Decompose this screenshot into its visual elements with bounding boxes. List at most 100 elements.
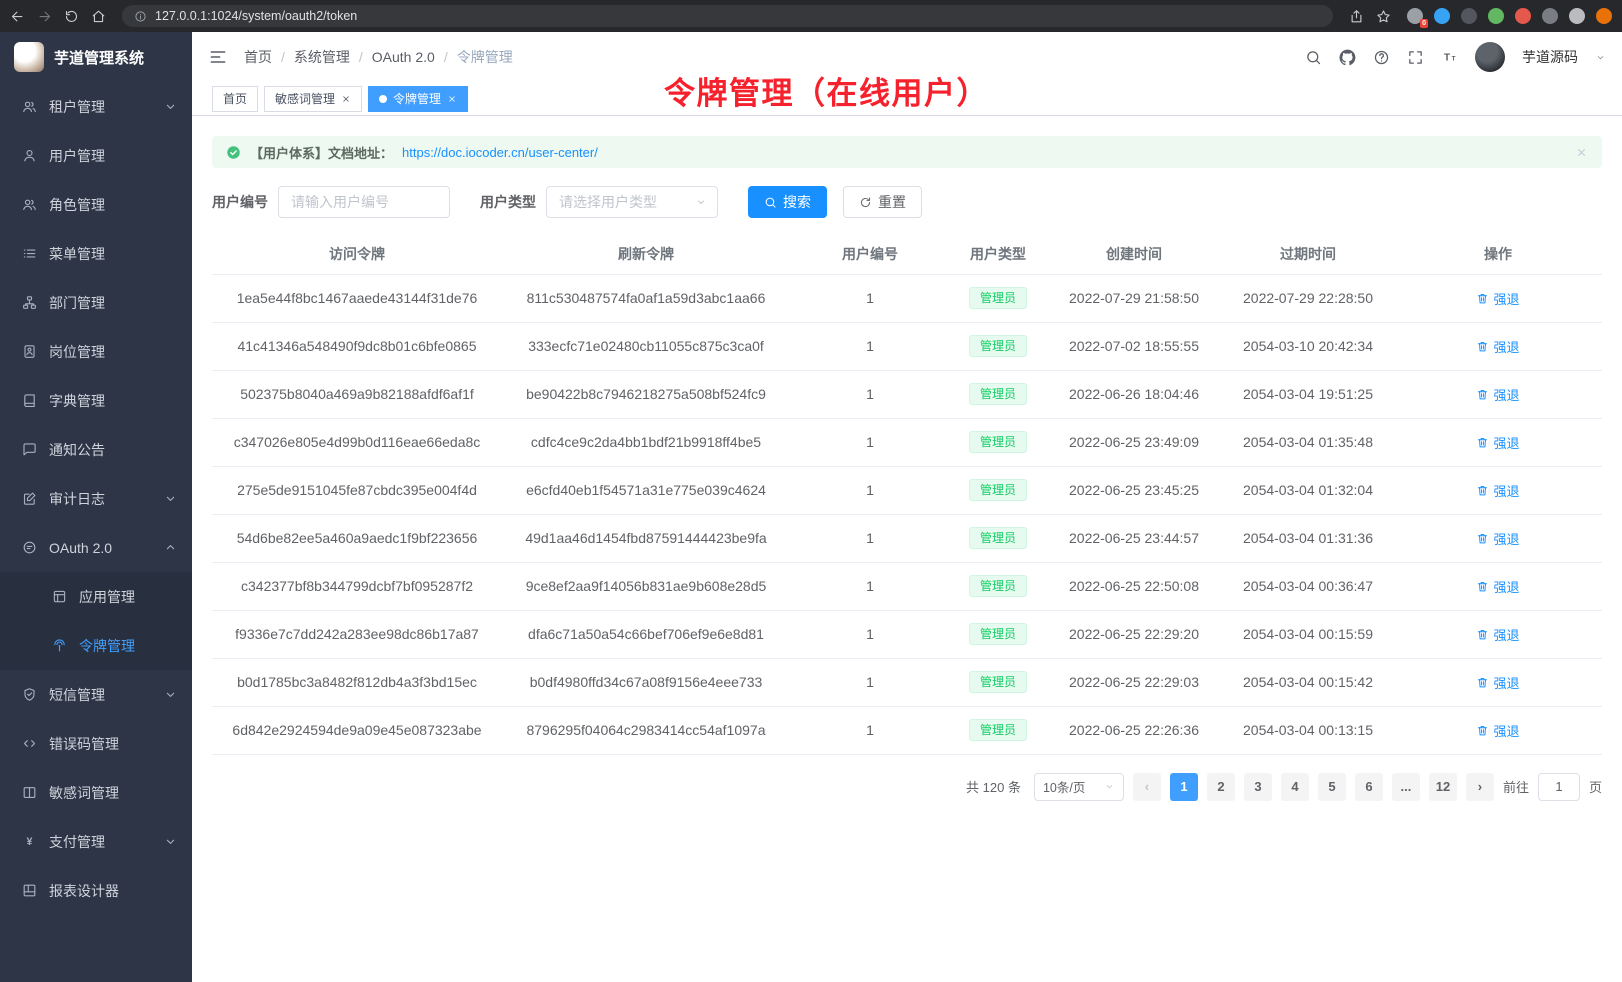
cell-expire-time: 2054-03-04 00:15:59 (1222, 610, 1394, 658)
sidebar-item-audit[interactable]: 审计日志 (0, 474, 192, 523)
force-logout-label: 强退 (1493, 337, 1519, 356)
profile-avatar[interactable] (1596, 8, 1612, 24)
share-icon[interactable] (1349, 9, 1364, 24)
hamburger-icon[interactable] (208, 47, 228, 67)
sidebar-item-oauth[interactable]: OAuth 2.0 (0, 523, 192, 572)
column-header: 刷新令牌 (502, 234, 790, 274)
sidebar-item-label: 审计日志 (49, 489, 151, 509)
sidebar-item-sensitive[interactable]: 敏感词管理 (0, 768, 192, 817)
page-ellipsis[interactable]: ... (1392, 773, 1420, 801)
alert-doc-link[interactable]: https://doc.iocoder.cn/user-center/ (402, 145, 598, 160)
next-page-button[interactable]: › (1466, 773, 1494, 801)
breadcrumb-item[interactable]: 首页 (244, 47, 272, 67)
sidebar-item-sms[interactable]: 短信管理 (0, 670, 192, 719)
force-logout-button[interactable]: 强退 (1476, 673, 1519, 692)
cell-actions: 强退 (1394, 466, 1602, 514)
extension-blue-icon[interactable] (1434, 8, 1450, 24)
cell-access-token: 502375b8040a469a9b82188afdf6af1f (212, 370, 502, 418)
sidebar-item-oauth-app[interactable]: 应用管理 (0, 572, 192, 621)
force-logout-button[interactable]: 强退 (1476, 289, 1519, 308)
breadcrumb-separator: / (444, 49, 448, 65)
page-button-1[interactable]: 1 (1170, 773, 1198, 801)
goto-page-input[interactable] (1538, 773, 1580, 801)
force-logout-button[interactable]: 强退 (1476, 625, 1519, 644)
force-logout-button[interactable]: 强退 (1476, 433, 1519, 452)
home-icon[interactable] (91, 9, 106, 24)
fullscreen-icon[interactable] (1407, 49, 1424, 66)
user-type-select[interactable]: 请选择用户类型 (546, 186, 718, 218)
bookmark-star-icon[interactable] (1376, 9, 1391, 24)
sidebar-item-dict[interactable]: 字典管理 (0, 376, 192, 425)
page-button-6[interactable]: 6 (1355, 773, 1383, 801)
sidebar-item-menu[interactable]: 菜单管理 (0, 229, 192, 278)
cell-user-type: 管理员 (950, 466, 1046, 514)
force-logout-button[interactable]: 强退 (1476, 577, 1519, 596)
page-button-4[interactable]: 4 (1281, 773, 1309, 801)
page-button-12[interactable]: 12 (1429, 773, 1457, 801)
sidebar-item-post[interactable]: 岗位管理 (0, 327, 192, 376)
force-logout-button[interactable]: 强退 (1476, 481, 1519, 500)
page-size-select[interactable]: 10条/页 (1034, 773, 1124, 801)
prev-page-button[interactable]: ‹ (1133, 773, 1161, 801)
cell-refresh-token: be90422b8c7946218275a508bf524fc9 (502, 370, 790, 418)
sidebar-item-pay[interactable]: ¥支付管理 (0, 817, 192, 866)
force-logout-button[interactable]: 强退 (1476, 337, 1519, 356)
extension-dark-icon[interactable] (1461, 8, 1477, 24)
reload-icon[interactable] (64, 9, 79, 24)
tab-token[interactable]: 令牌管理 (368, 86, 468, 112)
user-avatar[interactable] (1475, 42, 1505, 72)
sidebar-item-dept[interactable]: 部门管理 (0, 278, 192, 327)
side-panel-icon[interactable] (1569, 8, 1585, 24)
help-icon[interactable] (1373, 49, 1390, 66)
reset-button-label: 重置 (878, 192, 906, 212)
reset-button[interactable]: 重置 (843, 186, 922, 218)
sidebar-item-tenant[interactable]: 租户管理 (0, 82, 192, 131)
page-button-2[interactable]: 2 (1207, 773, 1235, 801)
github-icon[interactable] (1339, 49, 1356, 66)
sidebar-item-oauth-token[interactable]: 令牌管理 (0, 621, 192, 670)
info-icon[interactable] (134, 10, 147, 23)
cell-expire-time: 2054-03-04 19:51:25 (1222, 370, 1394, 418)
extension-pin-icon[interactable] (1542, 8, 1558, 24)
table-row: 41c41346a548490f9dc8b01c6bfe0865333ecfc7… (212, 322, 1602, 370)
user-name[interactable]: 芋道源码 (1522, 47, 1578, 67)
page-button-5[interactable]: 5 (1318, 773, 1346, 801)
cell-user-id: 1 (790, 274, 950, 322)
url-bar[interactable]: 127.0.0.1:1024/system/oauth2/token (122, 5, 1333, 27)
sidebar-item-report[interactable]: 报表设计器 (0, 866, 192, 915)
user-type-tag: 管理员 (969, 479, 1027, 501)
sidebar-item-label: 敏感词管理 (49, 783, 178, 803)
extension-badge: 0 (1420, 19, 1428, 28)
column-header: 用户编号 (790, 234, 950, 274)
force-logout-button[interactable]: 强退 (1476, 385, 1519, 404)
alert-close-icon[interactable] (1575, 146, 1588, 159)
sidebar-item-errcode[interactable]: 错误码管理 (0, 719, 192, 768)
tab-home[interactable]: 首页 (212, 86, 258, 112)
tab-sensitive[interactable]: 敏感词管理 (264, 86, 362, 112)
breadcrumb-item[interactable]: 系统管理 (294, 47, 350, 67)
force-logout-button[interactable]: 强退 (1476, 529, 1519, 548)
extension-gray-icon[interactable]: 0 (1407, 8, 1423, 24)
sidebar-item-user[interactable]: 用户管理 (0, 131, 192, 180)
back-icon[interactable] (10, 9, 25, 24)
search-icon[interactable] (1305, 49, 1322, 66)
extension-colorful-icon[interactable] (1515, 8, 1531, 24)
trash-icon (1476, 532, 1489, 545)
sidebar-item-role[interactable]: 角色管理 (0, 180, 192, 229)
sidebar-item-notice[interactable]: 通知公告 (0, 425, 192, 474)
cell-user-type: 管理员 (950, 322, 1046, 370)
extension-green-icon[interactable] (1488, 8, 1504, 24)
column-header: 访问令牌 (212, 234, 502, 274)
tab-close-icon[interactable] (341, 94, 351, 104)
user-id-input[interactable] (278, 186, 450, 218)
page-button-3[interactable]: 3 (1244, 773, 1272, 801)
force-logout-button[interactable]: 强退 (1476, 721, 1519, 740)
font-size-icon[interactable]: TT (1441, 49, 1458, 66)
user-type-tag: 管理员 (969, 383, 1027, 405)
forward-icon[interactable] (37, 9, 52, 24)
page-size-value: 10条/页 (1043, 777, 1085, 796)
cell-expire-time: 2054-03-04 01:35:48 (1222, 418, 1394, 466)
breadcrumb-item[interactable]: OAuth 2.0 (372, 49, 435, 65)
search-button[interactable]: 搜索 (748, 186, 827, 218)
tab-close-icon[interactable] (447, 94, 457, 104)
